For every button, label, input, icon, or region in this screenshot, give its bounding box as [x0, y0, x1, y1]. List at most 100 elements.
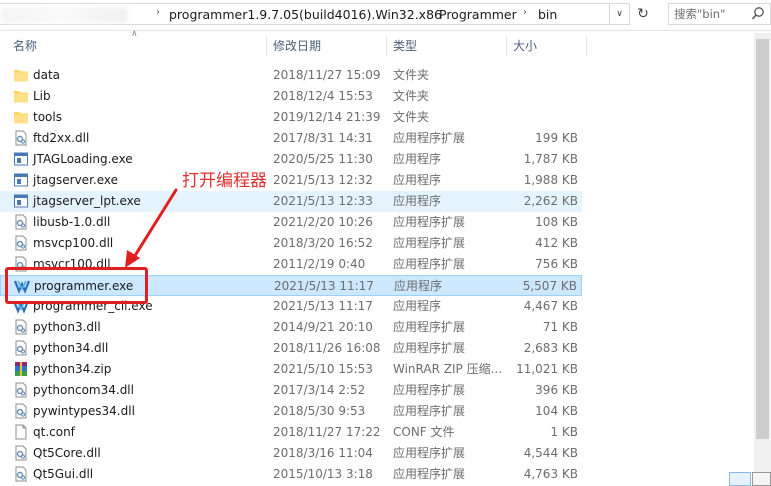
breadcrumb-separator-icon[interactable]: › [523, 7, 527, 18]
file-modified-date: 2021/5/10 15:53 [273, 362, 373, 376]
file-row[interactable]: jtagserver_lpt.exe 2021/5/13 12:33 应用程序 2,2… [0, 191, 582, 212]
file-size: 5,507 KB [522, 279, 577, 293]
file-row[interactable]: pythoncom34.dll 2017/3/14 2:52 应用程序扩展 396 K… [0, 380, 582, 401]
file-row[interactable]: jtagserver.exe 2021/5/13 12:32 应用程序 1,988 K… [0, 170, 582, 191]
column-header-date[interactable]: 修改日期 [273, 33, 321, 59]
file-type: 应用程序扩展 [393, 215, 466, 229]
file-size: 412 KB [535, 236, 578, 250]
folder-icon [13, 109, 29, 125]
file-modified-date: 2019/12/14 21:39 [273, 110, 381, 124]
exe-icon [13, 193, 29, 209]
file-modified-date: 2018/3/16 11:04 [273, 446, 373, 460]
column-header-row: ∧ 名称 修改日期 类型 大小 [0, 29, 771, 59]
details-view-button[interactable] [729, 472, 751, 486]
file-modified-date: 2011/2/19 0:40 [273, 257, 366, 271]
column-divider[interactable] [506, 36, 507, 56]
file-size: 108 KB [535, 215, 578, 229]
address-bar-area: › programmer1.9.7.05(build4016).Win32.x8… [0, 0, 771, 31]
file-row[interactable]: Qt5Gui.dll 2015/10/13 3:18 应用程序扩展 4,763 KB [0, 464, 582, 485]
file-row[interactable]: libusb-1.0.dll 2021/2/20 10:26 应用程序扩展 108 K… [0, 212, 582, 233]
file-modified-date: 2018/11/27 15:09 [273, 68, 381, 82]
annotation-label: 打开编程器 [182, 171, 267, 191]
file-name: python3.dll [33, 320, 101, 334]
file-modified-date: 2020/5/25 11:30 [273, 152, 373, 166]
file-modified-date: 2014/9/21 20:10 [273, 320, 373, 334]
file-type: 应用程序 [393, 194, 442, 208]
file-modified-date: 2021/5/13 11:17 [274, 279, 374, 293]
file-row[interactable]: qt.conf 2018/11/27 17:22 CONF 文件 1 KB [0, 422, 582, 443]
file-size: 4,544 KB [523, 446, 578, 460]
dll-icon [13, 319, 29, 335]
breadcrumb-item-programmer[interactable]: Programmer [439, 7, 517, 22]
file-name: Lib [33, 89, 51, 103]
file-type: 文件夹 [393, 68, 430, 82]
refresh-icon[interactable]: ↻ [633, 4, 653, 24]
file-modified-date: 2018/12/4 15:53 [273, 89, 373, 103]
file-row[interactable]: Qt5Core.dll 2018/3/16 11:04 应用程序扩展 4,544 KB [0, 443, 582, 464]
file-row[interactable]: tools 2019/12/14 21:39 文件夹 [0, 107, 582, 128]
file-row[interactable]: JTAGLoading.exe 2020/5/25 11:30 应用程序 1,787 … [0, 149, 582, 170]
file-name: msvcp100.dll [33, 236, 114, 250]
file-row[interactable]: data 2018/11/27 15:09 文件夹 [0, 65, 582, 86]
dll-icon [13, 235, 29, 251]
file-type: WinRAR ZIP 压缩... [393, 362, 503, 376]
file-type: 应用程序 [393, 299, 442, 313]
file-modified-date: 2018/5/30 9:53 [273, 404, 366, 418]
file-size: 756 KB [535, 257, 578, 271]
blurred-path-segment [2, 7, 127, 23]
file-type: 文件夹 [393, 89, 430, 103]
search-box[interactable] [668, 3, 771, 25]
breadcrumb-item-programmer-version[interactable]: programmer1.9.7.05(build4016).Win32.x86 [169, 7, 442, 22]
file-type: 应用程序扩展 [393, 320, 466, 334]
breadcrumb-separator-icon[interactable]: › [426, 7, 430, 18]
file-modified-date: 2017/3/14 2:52 [273, 383, 366, 397]
file-type: 应用程序扩展 [393, 467, 466, 481]
dll-icon [13, 445, 29, 461]
dll-icon [13, 130, 29, 146]
column-divider[interactable] [266, 36, 267, 56]
file-row[interactable]: ftd2xx.dll 2017/8/31 14:31 应用程序扩展 199 KB [0, 128, 582, 149]
breadcrumb-separator-icon[interactable]: › [156, 7, 160, 18]
file-row[interactable]: python34.dll 2018/11/26 16:08 应用程序扩展 2,683 … [0, 338, 582, 359]
file-row[interactable]: msvcp100.dll 2018/3/20 16:52 应用程序扩展 412 KB [0, 233, 582, 254]
file-row[interactable]: python34.zip 2021/5/10 15:53 WinRAR ZIP 压缩… [0, 359, 582, 380]
file-row[interactable]: Lib 2018/12/4 15:53 文件夹 [0, 86, 582, 107]
file-name: jtagserver.exe [33, 173, 118, 187]
file-size: 1,787 KB [523, 152, 578, 166]
file-modified-date: 2018/11/27 17:22 [273, 425, 381, 439]
file-size: 199 KB [535, 131, 578, 145]
breadcrumb-item-bin[interactable]: bin [538, 7, 557, 22]
folder-icon [13, 88, 29, 104]
large-icons-view-button[interactable] [752, 472, 771, 486]
search-input[interactable] [674, 6, 744, 22]
file-modified-date: 2015/10/13 3:18 [273, 467, 373, 481]
annotation-highlight-box [5, 267, 148, 304]
address-history-dropdown-icon[interactable]: ∨ [610, 3, 630, 25]
column-header-type[interactable]: 类型 [393, 33, 417, 59]
folder-icon [13, 67, 29, 83]
scrollbar-thumb[interactable] [756, 39, 769, 439]
address-bar[interactable]: › programmer1.9.7.05(build4016).Win32.x8… [0, 3, 610, 25]
column-header-name[interactable]: 名称 [13, 33, 37, 59]
file-type: 应用程序 [393, 152, 442, 166]
vertical-scrollbar[interactable] [754, 33, 771, 486]
file-size: 4,467 KB [523, 299, 578, 313]
file-type: 应用程序扩展 [393, 383, 466, 397]
file-name: ftd2xx.dll [33, 131, 90, 145]
file-row[interactable]: python3.dll 2014/9/21 20:10 应用程序扩展 71 KB [0, 317, 582, 338]
file-row[interactable]: pywintypes34.dll 2018/5/30 9:53 应用程序扩展 104 … [0, 401, 582, 422]
column-divider[interactable] [386, 36, 387, 56]
search-icon[interactable] [751, 6, 765, 22]
file-type: 文件夹 [393, 110, 430, 124]
file-name: qt.conf [33, 425, 75, 439]
file-name: tools [33, 110, 62, 124]
column-divider[interactable] [586, 36, 587, 56]
file-name: Qt5Core.dll [33, 446, 101, 460]
file-size: 1,988 KB [523, 173, 578, 187]
column-header-size[interactable]: 大小 [513, 33, 537, 59]
file-name: python34.dll [33, 341, 109, 355]
exe-icon [13, 172, 29, 188]
file-modified-date: 2018/3/20 16:52 [273, 236, 373, 250]
file-name: pythoncom34.dll [33, 383, 134, 397]
dll-icon [13, 214, 29, 230]
